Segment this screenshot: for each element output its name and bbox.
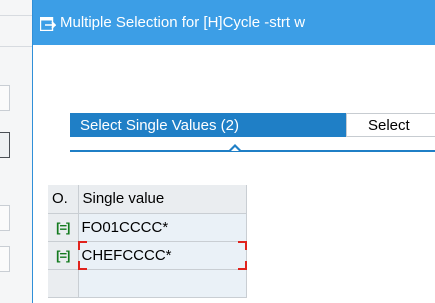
include-equal-icon[interactable]: [=] [56, 220, 70, 235]
table-row [48, 269, 247, 298]
table-row: [=] FO01CCCC* [48, 213, 247, 242]
background-button [0, 132, 10, 158]
multiple-selection-dialog: Multiple Selection for [H]Cycle -strt w … [32, 0, 435, 303]
tab-select-ranges[interactable]: Select [346, 113, 435, 137]
single-value-text: CHEFCCCC* [81, 246, 172, 264]
table-row: [=] CHEFCCCC* [48, 240, 247, 270]
background-field [0, 205, 10, 231]
option-cell[interactable]: [=] [48, 241, 79, 270]
single-values-table: O. Single value [=] FO01CCCC* [=] CHEFCC… [48, 185, 247, 298]
table-header-row: O. Single value [48, 185, 247, 214]
column-header-single-value[interactable]: Single value [78, 185, 247, 214]
tab-strip-underline [70, 150, 435, 152]
column-header-option[interactable]: O. [48, 185, 79, 214]
background-field [0, 246, 10, 272]
background-field [0, 85, 10, 111]
focus-corner [77, 240, 87, 250]
background-divider [0, 15, 32, 16]
focus-corner [238, 240, 247, 250]
single-value-field-focused[interactable]: CHEFCCCC* [77, 240, 247, 270]
focus-corner [77, 260, 87, 270]
dialog-title: Multiple Selection for [H]Cycle -strt w [60, 14, 306, 31]
option-cell[interactable]: [=] [48, 213, 79, 242]
window-icon [39, 16, 57, 31]
single-value-field[interactable] [78, 269, 247, 298]
active-tab-pointer-inner [231, 147, 239, 151]
background-divider [0, 46, 32, 47]
tab-select-single-values[interactable]: Select Single Values (2) [70, 113, 346, 137]
single-value-field[interactable]: FO01CCCC* [78, 213, 247, 242]
dialog-titlebar[interactable]: Multiple Selection for [H]Cycle -strt w [33, 0, 435, 45]
include-equal-icon[interactable]: [=] [56, 248, 70, 263]
background-window [0, 0, 32, 303]
focus-corner [238, 260, 247, 270]
option-cell[interactable] [48, 269, 79, 298]
